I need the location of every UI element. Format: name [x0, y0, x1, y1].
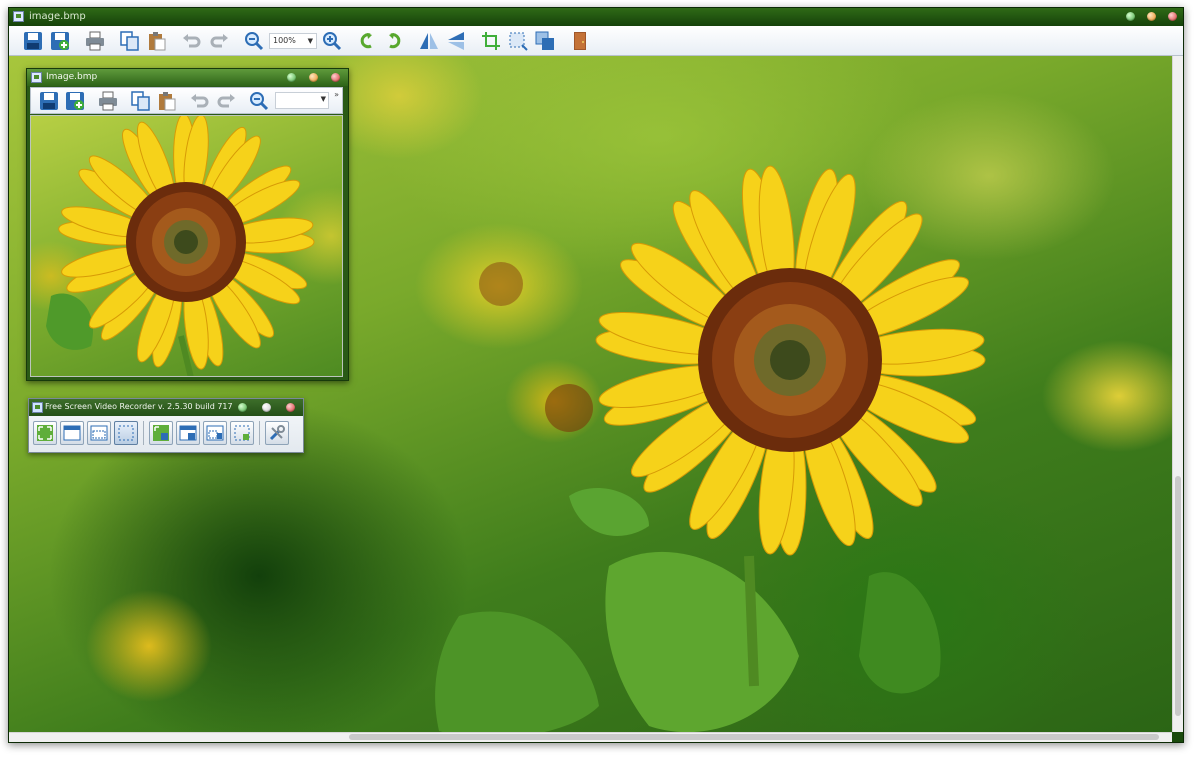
record-window-icon[interactable]: [176, 421, 200, 445]
settings-tools-icon[interactable]: [265, 421, 289, 445]
resize-icon[interactable]: [533, 29, 557, 53]
recorder-minimize-button[interactable]: [238, 403, 247, 412]
close-button[interactable]: [1168, 12, 1177, 21]
save-as-icon[interactable]: [48, 29, 72, 53]
redo-icon[interactable]: [214, 89, 238, 113]
record-object-icon[interactable]: [203, 421, 227, 445]
chevron-down-icon: ▼: [307, 36, 313, 45]
exit-door-icon[interactable]: [568, 29, 592, 53]
child-close-button[interactable]: [331, 73, 340, 82]
capture-object-icon[interactable]: [87, 421, 111, 445]
save-as-icon[interactable]: [63, 89, 87, 113]
main-toolbar: 100% ▼: [9, 26, 1183, 56]
vertical-scrollbar[interactable]: [1172, 56, 1183, 732]
child-maximize-button[interactable]: [309, 73, 318, 82]
undo-icon[interactable]: [180, 29, 204, 53]
capture-window-icon[interactable]: [60, 421, 84, 445]
zoom-level-value: 100%: [273, 36, 296, 45]
zoom-in-icon[interactable]: [320, 29, 344, 53]
main-titlebar[interactable]: image.bmp: [9, 8, 1183, 26]
child-minimize-button[interactable]: [287, 73, 296, 82]
copy-icon[interactable]: [118, 29, 142, 53]
undo-icon[interactable]: [188, 89, 212, 113]
vertical-scroll-thumb[interactable]: [1175, 476, 1181, 716]
record-fullscreen-icon[interactable]: [149, 421, 173, 445]
horizontal-scrollbar[interactable]: [9, 732, 1172, 742]
zoom-out-icon[interactable]: [242, 29, 266, 53]
toolbar-separator: [259, 421, 260, 445]
recorder-toolbar: [33, 419, 289, 447]
horizontal-scroll-thumb[interactable]: [349, 734, 1159, 740]
flip-horizontal-icon[interactable]: [417, 29, 441, 53]
rotate-left-icon[interactable]: [355, 29, 379, 53]
app-icon: [31, 72, 42, 83]
record-region-icon[interactable]: [230, 421, 254, 445]
copy-icon[interactable]: [129, 89, 153, 113]
child-image-window: Image.bmp ▼ »: [26, 68, 349, 381]
sunflower-thumbnail: [46, 116, 315, 376]
child-zoom-select[interactable]: ▼: [275, 92, 329, 109]
maximize-button[interactable]: [1147, 12, 1156, 21]
child-image-canvas[interactable]: [30, 115, 343, 377]
redo-icon[interactable]: [207, 29, 231, 53]
print-icon[interactable]: [96, 89, 120, 113]
toolbar-separator: [143, 421, 144, 445]
save-icon[interactable]: [21, 29, 45, 53]
rotate-right-icon[interactable]: [382, 29, 406, 53]
window-title: image.bmp: [29, 11, 86, 22]
paste-icon[interactable]: [145, 29, 169, 53]
chevron-down-icon: ▼: [320, 95, 326, 103]
save-icon[interactable]: [37, 89, 61, 113]
minimize-button[interactable]: [1126, 12, 1135, 21]
paste-icon[interactable]: [155, 89, 179, 113]
recorder-app-icon: [32, 402, 43, 413]
recorder-title: Free Screen Video Recorder v. 2.5.30 bui…: [45, 402, 233, 411]
recorder-close-button[interactable]: [286, 403, 295, 412]
child-toolbar: ▼ »: [30, 87, 343, 114]
child-titlebar[interactable]: Image.bmp: [27, 69, 348, 86]
flip-vertical-icon[interactable]: [444, 29, 468, 53]
recorder-maximize-button[interactable]: [262, 403, 271, 412]
recorder-titlebar[interactable]: Free Screen Video Recorder v. 2.5.30 bui…: [29, 399, 303, 416]
crop-icon[interactable]: [479, 29, 503, 53]
print-icon[interactable]: [83, 29, 107, 53]
select-region-icon[interactable]: [506, 29, 530, 53]
capture-region-icon[interactable]: [114, 421, 138, 445]
app-icon: [13, 11, 24, 22]
toolbar-overflow-icon[interactable]: »: [334, 90, 339, 99]
child-window-title: Image.bmp: [46, 72, 98, 82]
zoom-out-icon[interactable]: [247, 89, 271, 113]
zoom-level-select[interactable]: 100% ▼: [269, 32, 317, 49]
recorder-window: Free Screen Video Recorder v. 2.5.30 bui…: [28, 398, 304, 453]
capture-fullscreen-icon[interactable]: [33, 421, 57, 445]
